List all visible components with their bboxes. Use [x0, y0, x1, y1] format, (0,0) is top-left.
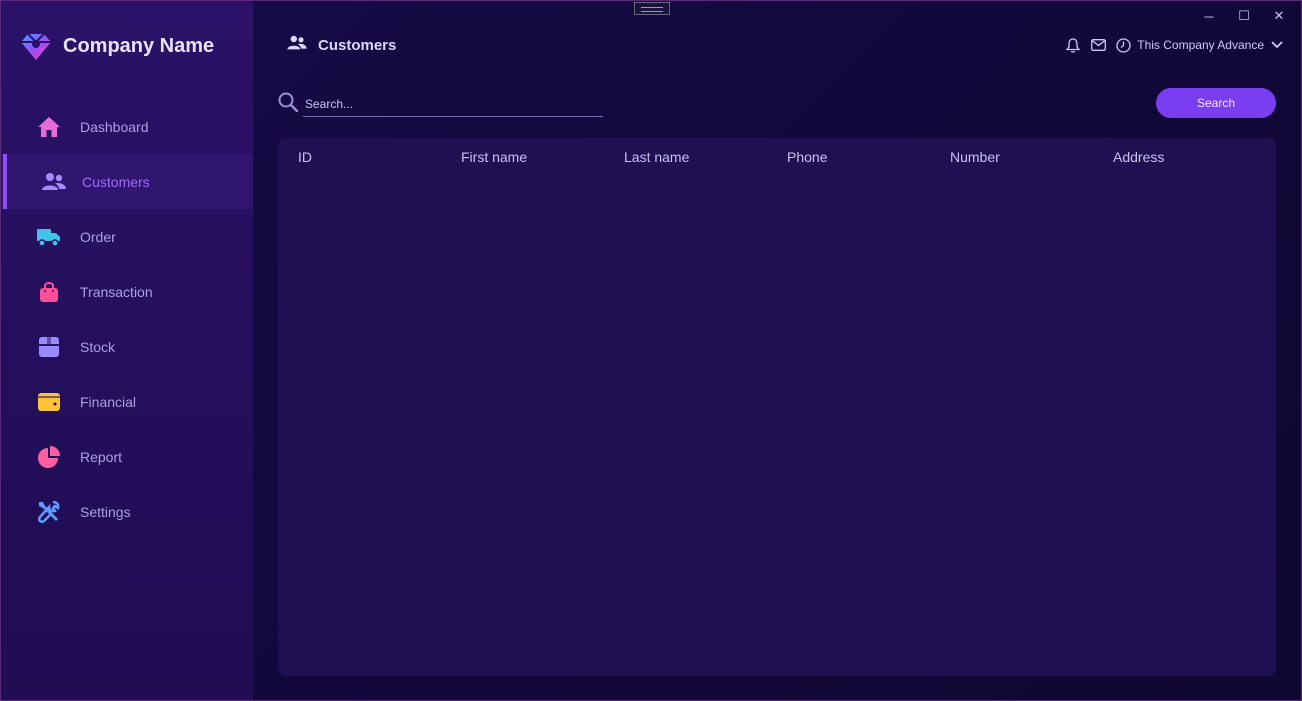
sidebar-item-label: Dashboard — [80, 118, 149, 135]
column-header-number[interactable]: Number — [950, 149, 1000, 165]
column-header-id[interactable]: ID — [298, 149, 312, 165]
truck-icon — [37, 225, 61, 249]
customers-table: ID First name Last name Phone Number Add… — [278, 138, 1276, 676]
column-header-last-name[interactable]: Last name — [624, 149, 689, 165]
sidebar-item-order[interactable]: Order — [1, 209, 253, 264]
brand[interactable]: Company Name — [19, 29, 214, 63]
search-input[interactable] — [303, 91, 603, 117]
box-icon — [37, 335, 61, 359]
column-header-phone[interactable]: Phone — [787, 149, 827, 165]
sidebar: Company Name Dashboard Customers Order T… — [1, 1, 253, 700]
column-header-first-name[interactable]: First name — [461, 149, 527, 165]
company-name: Company Name — [63, 34, 215, 57]
page-title: Customers — [287, 34, 396, 56]
column-header-address[interactable]: Address — [1113, 149, 1164, 165]
home-icon — [37, 115, 61, 139]
diamond-logo-icon — [19, 29, 53, 63]
mail-icon[interactable] — [1089, 36, 1107, 54]
company-selector[interactable]: This Company Advance — [1137, 38, 1264, 52]
app-window: ─ ☐ ✕ Company Name Dashboard Customers O… — [0, 0, 1302, 701]
titlebar-drag-handle[interactable] — [634, 2, 670, 15]
users-icon — [42, 170, 66, 194]
table-header: ID First name Last name Phone Number Add… — [278, 138, 1276, 176]
sidebar-item-label: Report — [80, 448, 123, 465]
page-title-label: Customers — [318, 36, 397, 54]
sidebar-item-transaction[interactable]: Transaction — [1, 264, 253, 319]
tools-icon — [37, 500, 61, 524]
sidebar-item-dashboard[interactable]: Dashboard — [1, 99, 253, 154]
users-icon — [287, 35, 307, 56]
sidebar-item-label: Stock — [80, 338, 116, 355]
pie-chart-icon — [37, 445, 61, 469]
shopping-bag-icon — [37, 280, 61, 304]
search-bar — [278, 91, 604, 117]
wallet-icon — [37, 390, 61, 414]
sidebar-item-label: Transaction — [80, 283, 153, 300]
sidebar-item-report[interactable]: Report — [1, 429, 253, 484]
close-button[interactable]: ✕ — [1269, 7, 1289, 25]
sidebar-item-customers[interactable]: Customers — [1, 154, 253, 209]
sidebar-item-financial[interactable]: Financial — [1, 374, 253, 429]
search-button[interactable]: Search — [1156, 88, 1276, 118]
sidebar-item-label: Financial — [80, 393, 137, 410]
sidebar-item-stock[interactable]: Stock — [1, 319, 253, 374]
topbar-actions: This Company Advance — [1057, 36, 1284, 54]
maximize-button[interactable]: ☐ — [1234, 7, 1254, 25]
minimize-button[interactable]: ─ — [1199, 7, 1219, 25]
clock-icon[interactable] — [1114, 36, 1132, 54]
sidebar-item-settings[interactable]: Settings — [1, 484, 253, 539]
sidebar-item-label: Customers — [82, 173, 150, 190]
bell-icon[interactable] — [1064, 36, 1082, 54]
search-icon — [278, 92, 299, 113]
sidebar-item-label: Order — [80, 228, 116, 245]
sidebar-item-label: Settings — [80, 503, 131, 520]
chevron-down-icon[interactable] — [1270, 38, 1284, 52]
sidebar-nav: Dashboard Customers Order Transaction St… — [1, 99, 253, 539]
